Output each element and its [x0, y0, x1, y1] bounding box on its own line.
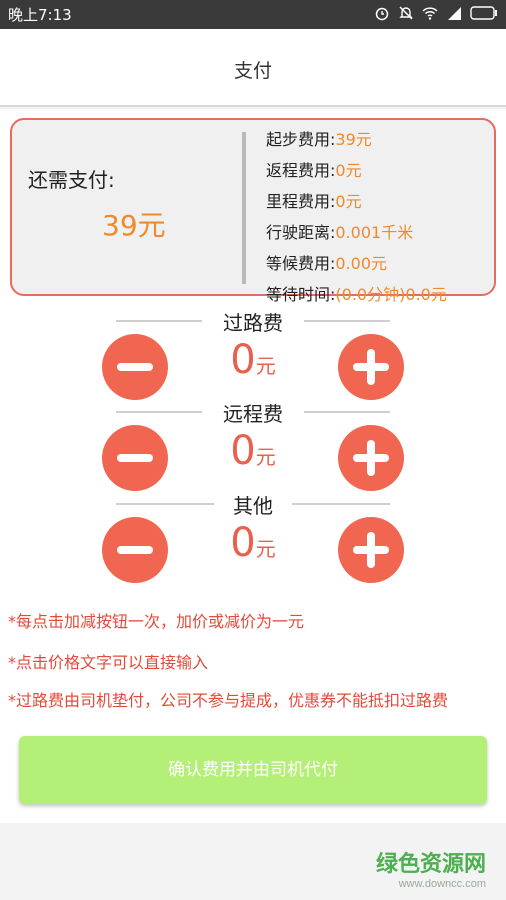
detail-row-waiting-fee: 等候费用: 0.00元	[266, 246, 447, 277]
note-direct-input: *点击价格文字可以直接输入	[8, 653, 209, 672]
amount-due-label: 还需支付:	[28, 168, 115, 192]
detail-label: 行驶距离:	[266, 222, 336, 242]
page-title: 支付	[233, 60, 272, 82]
minus-icon	[117, 546, 153, 554]
watermark-url: www.downcc.com	[398, 878, 486, 890]
long-distance-fee-value: 0	[230, 428, 256, 474]
detail-value: 39元	[335, 129, 372, 149]
note-adjust-step: *每点击加减按钮一次，加价或减价为一元	[8, 612, 305, 631]
long-distance-fee-title: 远程费	[223, 402, 283, 426]
status-time: 晚上7:13	[8, 6, 72, 24]
status-icons	[374, 5, 498, 21]
other-fee-decrease-button[interactable]	[102, 517, 168, 583]
detail-row-mileage-fee: 里程费用: 0元	[266, 184, 447, 215]
long-distance-fee-increase-button[interactable]	[338, 425, 404, 491]
battery-icon	[470, 6, 497, 20]
fare-summary-card: 还需支付: 39元 起步费用: 39元 返程费用: 0元 里程费用: 0元 行驶距离:…	[10, 118, 496, 304]
detail-value: 0.00元	[335, 253, 388, 273]
app-header: 支付	[0, 29, 506, 107]
long-distance-fee-amount[interactable]: 0元	[200, 428, 306, 474]
mute-icon	[399, 6, 413, 20]
wifi-icon	[422, 7, 438, 20]
signal-icon	[448, 7, 461, 20]
detail-value: 0.001千米	[335, 222, 414, 242]
other-fee-title: 其他	[233, 494, 273, 518]
toll-fee-unit: 元	[255, 354, 276, 378]
confirm-fee-button[interactable]: 确认费用并由司机代付	[19, 736, 487, 804]
fare-details-list: 起步费用: 39元 返程费用: 0元 里程费用: 0元 行驶距离: 0.001千米 等候…	[266, 122, 447, 308]
site-watermark: 绿色资源网 www.downcc.com	[376, 846, 486, 890]
detail-label: 等待时间:	[266, 284, 336, 304]
detail-value: (0.0分钟)0.0元	[335, 284, 447, 304]
detail-label: 起步费用:	[266, 129, 336, 149]
watermark-title: 绿色资源网	[375, 852, 486, 877]
alarm-icon	[375, 7, 389, 21]
section-line-right	[292, 503, 390, 505]
minus-icon	[117, 363, 153, 371]
other-fee-increase-button[interactable]	[338, 517, 404, 583]
detail-label: 等候费用:	[266, 253, 336, 273]
plus-icon	[353, 349, 389, 385]
toll-fee-title: 过路费	[223, 311, 283, 335]
section-line-right	[304, 320, 390, 322]
detail-row-start-fee: 起步费用: 39元	[266, 122, 447, 153]
summary-divider	[242, 132, 246, 284]
detail-row-distance: 行驶距离: 0.001千米	[266, 215, 447, 246]
detail-value: 0元	[335, 160, 362, 180]
amount-due-value: 39元	[102, 209, 166, 242]
status-bar: 晚上7:13	[0, 0, 506, 29]
detail-row-waiting-time: 等待时间: (0.0分钟)0.0元	[266, 277, 447, 308]
toll-fee-increase-button[interactable]	[338, 334, 404, 400]
other-fee-value: 0	[230, 520, 256, 566]
detail-label: 返程费用:	[266, 160, 336, 180]
other-fee-amount[interactable]: 0元	[200, 520, 306, 566]
toll-fee-value: 0	[230, 337, 256, 383]
section-line-right	[304, 411, 390, 413]
payment-content: 还需支付: 39元 起步费用: 39元 返程费用: 0元 里程费用: 0元 行驶距离:…	[0, 109, 506, 823]
long-distance-fee-unit: 元	[255, 445, 276, 469]
detail-row-return-fee: 返程费用: 0元	[266, 153, 447, 184]
detail-value: 0元	[335, 191, 362, 211]
note-toll-advance: *过路费由司机垫付，公司不参与提成，优惠券不能抵扣过路费	[8, 691, 449, 710]
other-fee-unit: 元	[255, 537, 276, 561]
long-distance-fee-decrease-button[interactable]	[102, 425, 168, 491]
detail-label: 里程费用:	[266, 191, 336, 211]
plus-icon	[353, 532, 389, 568]
toll-fee-decrease-button[interactable]	[102, 334, 168, 400]
plus-icon	[353, 440, 389, 476]
toll-fee-amount[interactable]: 0元	[200, 337, 306, 383]
minus-icon	[117, 454, 153, 462]
